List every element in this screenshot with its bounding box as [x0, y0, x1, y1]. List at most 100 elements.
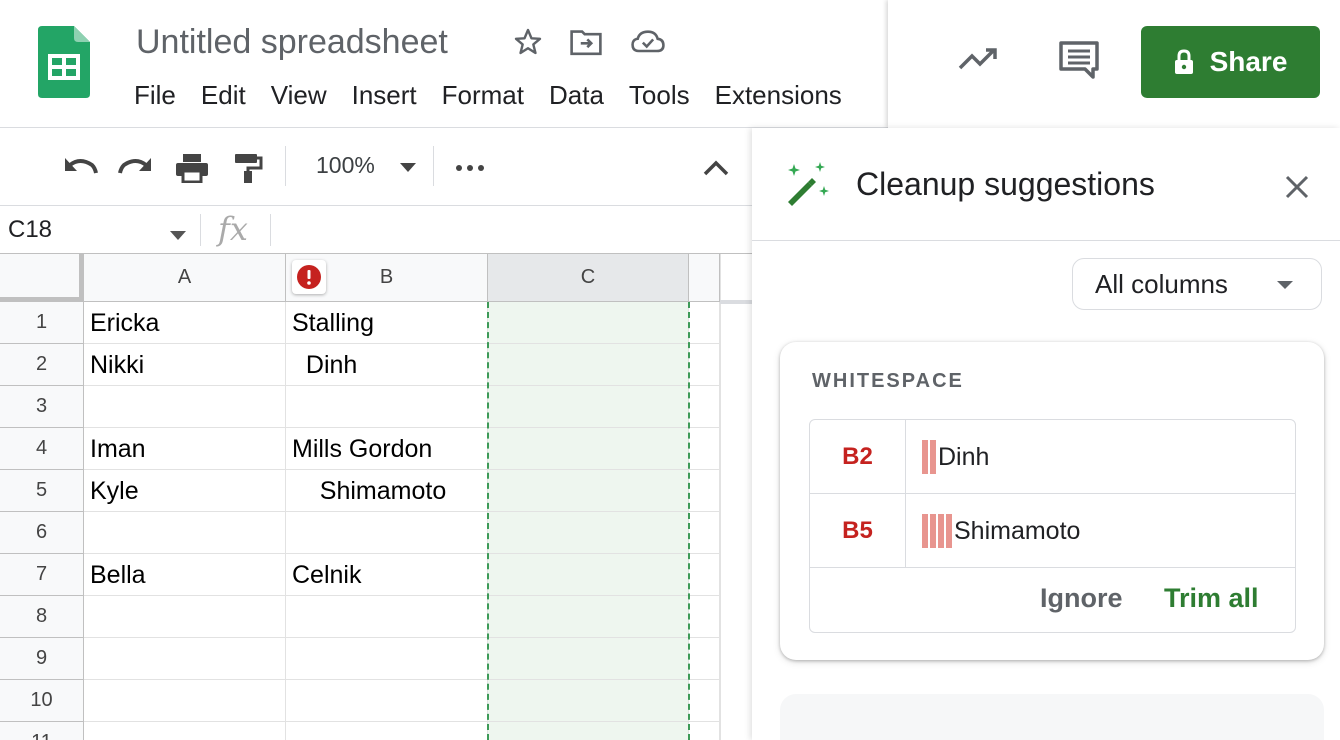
ignore-button[interactable]: Ignore	[1040, 583, 1123, 614]
panel-title: Cleanup suggestions	[856, 166, 1155, 202]
undo-icon[interactable]	[60, 148, 100, 188]
name-box-dropdown-icon[interactable]	[170, 228, 186, 246]
cell-reference[interactable]: B5	[810, 494, 906, 567]
row-header[interactable]: 1	[0, 302, 84, 344]
close-icon[interactable]	[1278, 168, 1316, 206]
grid-cell[interactable]	[689, 680, 720, 722]
grid-cell[interactable]	[488, 302, 689, 344]
grid-cell[interactable]	[689, 470, 720, 512]
grid-cell[interactable]	[488, 470, 689, 512]
formula-input[interactable]	[272, 210, 748, 250]
grid-cell[interactable]: Ericka	[84, 302, 286, 344]
grid-cell[interactable]	[689, 344, 720, 386]
grid-cell[interactable]	[84, 596, 286, 638]
grid-cell[interactable]	[84, 680, 286, 722]
cloud-saved-icon[interactable]	[630, 24, 666, 60]
menu-insert[interactable]: Insert	[352, 78, 417, 112]
comments-icon[interactable]	[1056, 36, 1102, 82]
menu-tools[interactable]: Tools	[629, 78, 690, 112]
print-icon[interactable]	[172, 148, 212, 188]
grid-cell[interactable]	[689, 596, 720, 638]
row-header[interactable]: 10	[0, 680, 84, 722]
zoom-dropdown-icon[interactable]	[388, 148, 428, 188]
grid-cell[interactable]: Iman	[84, 428, 286, 470]
grid-cell[interactable]: Celnik	[286, 554, 488, 596]
grid-cell[interactable]: Dinh	[286, 344, 488, 386]
grid-cell[interactable]: Bella	[84, 554, 286, 596]
document-title[interactable]: Untitled spreadsheet	[136, 22, 448, 62]
select-all-corner[interactable]	[0, 254, 84, 302]
row-header[interactable]: 7	[0, 554, 84, 596]
menu-extensions[interactable]: Extensions	[715, 78, 842, 112]
menu-file[interactable]: File	[134, 78, 176, 112]
menu-edit[interactable]: Edit	[201, 78, 246, 112]
grid-cell[interactable]	[488, 638, 689, 680]
space-marker	[938, 514, 944, 548]
menu-format[interactable]: Format	[442, 78, 524, 112]
redo-icon[interactable]	[116, 148, 156, 188]
grid-cell[interactable]	[84, 722, 286, 740]
cell-reference[interactable]: B2	[810, 420, 906, 493]
column-header-next[interactable]	[689, 254, 720, 302]
grid-cell[interactable]	[488, 386, 689, 428]
grid-cell[interactable]: Shimamoto	[286, 470, 488, 512]
grid-cell[interactable]	[689, 386, 720, 428]
grid-cell[interactable]	[84, 386, 286, 428]
grid-cell[interactable]	[689, 554, 720, 596]
grid-cell[interactable]	[488, 512, 689, 554]
grid-cell[interactable]: Stalling	[286, 302, 488, 344]
star-icon[interactable]	[510, 24, 546, 60]
more-options-icon[interactable]	[450, 148, 490, 188]
menu-data[interactable]: Data	[549, 78, 604, 112]
grid-cell[interactable]	[286, 680, 488, 722]
grid-cell[interactable]	[286, 386, 488, 428]
copy-selection-border	[688, 302, 690, 740]
share-button[interactable]: Share	[1141, 26, 1320, 98]
menu-view[interactable]: View	[271, 78, 327, 112]
paint-format-icon[interactable]	[228, 148, 268, 188]
move-to-folder-icon[interactable]	[568, 24, 604, 60]
row-header[interactable]: 6	[0, 512, 84, 554]
activity-trend-icon[interactable]	[956, 36, 1002, 82]
grid-cell[interactable]	[488, 680, 689, 722]
scrollbar-thumb[interactable]	[720, 300, 752, 304]
row-header[interactable]: 5	[0, 470, 84, 512]
whitespace-row[interactable]: B5 Shimamoto	[810, 494, 1295, 568]
grid-cell[interactable]	[488, 722, 689, 740]
column-header-c[interactable]: C	[488, 254, 689, 302]
name-box[interactable]: C18	[8, 216, 52, 244]
columns-filter-select[interactable]: All columns	[1072, 258, 1322, 310]
grid-cell[interactable]	[488, 596, 689, 638]
grid-cell[interactable]: Kyle	[84, 470, 286, 512]
whitespace-row[interactable]: B2 Dinh	[810, 420, 1295, 494]
collapse-toolbar-icon[interactable]	[696, 148, 736, 188]
whitespace-warning-icon[interactable]	[292, 260, 326, 294]
grid-cell[interactable]	[689, 638, 720, 680]
grid-cell[interactable]	[488, 344, 689, 386]
grid-cell[interactable]	[84, 638, 286, 680]
grid-cell[interactable]	[84, 512, 286, 554]
grid-cell[interactable]	[689, 512, 720, 554]
row-header[interactable]: 9	[0, 638, 84, 680]
grid-cell[interactable]	[286, 638, 488, 680]
grid-cell[interactable]: Mills Gordon	[286, 428, 488, 470]
vertical-scrollbar[interactable]	[720, 254, 752, 740]
row-header[interactable]: 3	[0, 386, 84, 428]
row-header[interactable]: 8	[0, 596, 84, 638]
grid-cell[interactable]	[286, 512, 488, 554]
grid-cell[interactable]	[286, 722, 488, 740]
trim-all-button[interactable]: Trim all	[1164, 583, 1259, 614]
grid-cell[interactable]	[689, 722, 720, 740]
row-header[interactable]: 4	[0, 428, 84, 470]
grid-cell[interactable]	[488, 554, 689, 596]
zoom-select[interactable]: 100%	[316, 152, 375, 179]
sheets-logo-icon[interactable]	[38, 26, 90, 98]
row-header[interactable]: 2	[0, 344, 84, 386]
grid-cell[interactable]	[689, 302, 720, 344]
column-header-a[interactable]: A	[84, 254, 286, 302]
grid-cell[interactable]	[286, 596, 488, 638]
grid-cell[interactable]	[689, 428, 720, 470]
row-header[interactable]: 11	[0, 722, 84, 740]
grid-cell[interactable]: Nikki	[84, 344, 286, 386]
grid-cell[interactable]	[488, 428, 689, 470]
